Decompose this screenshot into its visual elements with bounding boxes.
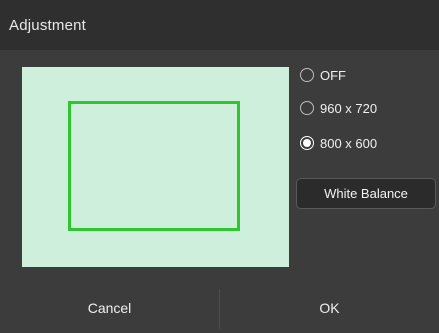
radio-icon [300, 68, 314, 82]
option-off[interactable]: OFF [300, 66, 346, 84]
ok-button[interactable]: OK [220, 283, 439, 333]
crop-frame [68, 101, 240, 231]
radio-selected-icon [300, 136, 314, 150]
option-960x720[interactable]: 960 x 720 [300, 99, 377, 117]
option-960x720-label: 960 x 720 [320, 100, 378, 116]
radio-icon [300, 101, 314, 115]
adjustment-dialog: Adjustment OFF 960 x 720 800 x 600 White… [0, 0, 439, 333]
white-balance-button[interactable]: White Balance [296, 178, 436, 209]
title-bar: Adjustment [0, 0, 439, 50]
dialog-footer: Cancel OK [0, 283, 439, 333]
option-off-label: OFF [320, 67, 346, 83]
dialog-title: Adjustment [9, 16, 87, 34]
option-800x600[interactable]: 800 x 600 [300, 134, 377, 152]
cancel-button[interactable]: Cancel [0, 283, 219, 333]
option-800x600-label: 800 x 600 [320, 135, 378, 151]
